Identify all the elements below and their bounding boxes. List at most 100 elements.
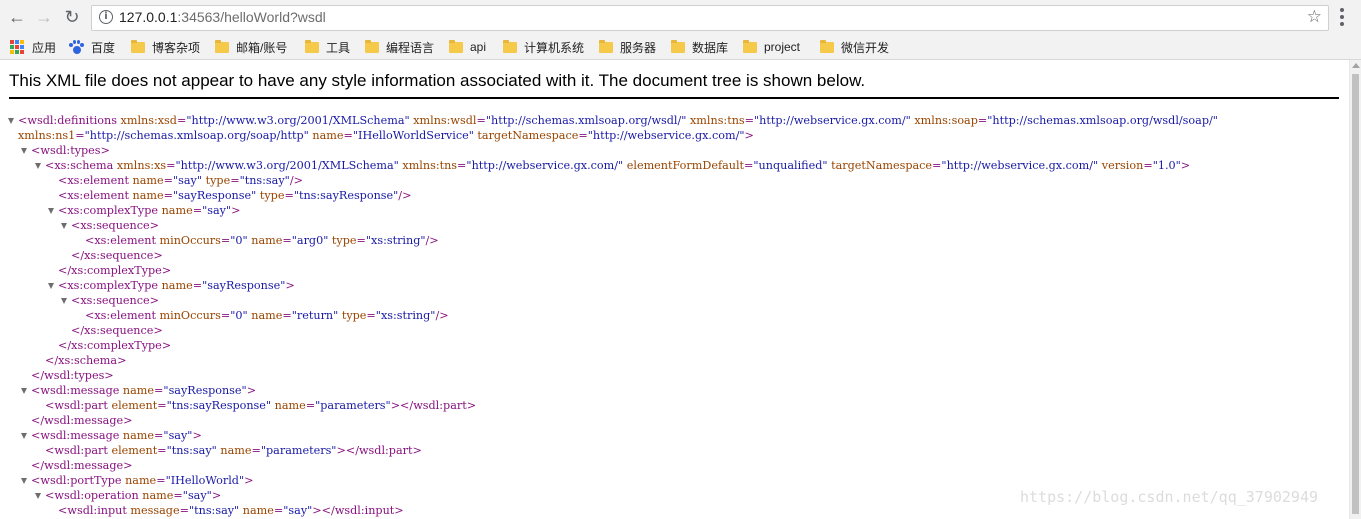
bookmark-folder[interactable]: 编程语言 <box>365 38 434 56</box>
collapse-triangle-icon[interactable] <box>21 148 27 154</box>
bookmark-folder[interactable]: 服务器 <box>599 38 656 56</box>
xml-attr-value: "say" <box>173 174 203 187</box>
xml-line: <wsdl:message name="say"> <box>31 428 202 443</box>
collapse-triangle-icon[interactable] <box>48 283 54 289</box>
folder-icon <box>131 40 145 53</box>
xml-line: <wsdl:message name="sayResponse"> <box>31 383 256 398</box>
xml-line: </wsdl:message> <box>31 458 133 473</box>
collapse-triangle-icon[interactable] <box>21 433 27 439</box>
bookmark-star-icon[interactable]: ☆ <box>1307 7 1322 27</box>
bookmark-folder[interactable]: project <box>743 38 800 56</box>
xml-tag: > <box>231 204 241 217</box>
browser-menu-icon[interactable] <box>1340 8 1344 26</box>
bookmark-folder[interactable]: api <box>449 38 486 56</box>
collapse-triangle-icon[interactable] <box>35 493 41 499</box>
collapse-triangle-icon[interactable] <box>21 388 27 394</box>
baidu-paw-icon <box>69 39 84 55</box>
xml-tag: > <box>246 384 257 397</box>
address-bar[interactable]: i 127.0.0.1:34563/helloWorld?wsdl ☆ <box>91 5 1329 31</box>
xml-attr-value: "arg0" <box>291 234 329 247</box>
xml-tag: <xs:element <box>85 309 156 322</box>
xml-attr-value: "0" <box>230 234 248 247</box>
xml-attr-value: "xs:string" <box>375 309 436 322</box>
xml-tag: /> <box>289 174 303 187</box>
xml-line: </xs:schema> <box>45 353 126 368</box>
xml-tag: = <box>744 114 755 127</box>
xml-attr-value: "sayResponse" <box>163 384 247 397</box>
vertical-scrollbar[interactable] <box>1349 60 1361 519</box>
xml-attr-name: name <box>128 174 164 187</box>
bookmark-folder[interactable]: 计算机系统 <box>503 38 584 56</box>
bookmark-folder[interactable]: 数据库 <box>671 38 728 56</box>
xml-tag: /> <box>425 234 439 247</box>
info-icon[interactable]: i <box>99 10 113 24</box>
xml-tag: <wsdl:message <box>31 429 120 442</box>
xml-tag: > <box>244 474 254 487</box>
xml-line: <xs:complexType name="sayResponse"> <box>58 278 295 293</box>
xml-attr-value: "tns:sayResponse" <box>293 189 399 202</box>
bookmark-label: 数据库 <box>692 40 729 55</box>
bookmark-folder[interactable]: 博客杂项 <box>131 38 200 56</box>
xml-attr-name: name <box>271 399 306 412</box>
xml-attr-name: name <box>119 384 155 397</box>
url-text[interactable]: 127.0.0.1:34563/helloWorld?wsdl <box>119 9 326 25</box>
reload-icon[interactable]: ↻ <box>62 7 82 27</box>
url-host: 127.0.0.1 <box>119 9 178 25</box>
xml-attr-name: type <box>202 174 231 187</box>
collapse-triangle-icon[interactable] <box>35 163 41 169</box>
xml-attr-name: version <box>1098 159 1144 172</box>
collapse-triangle-icon[interactable] <box>21 478 27 484</box>
xml-attr-name: xmlns:wsdl <box>409 114 477 127</box>
xml-tag: = <box>1143 159 1153 172</box>
watermark: https://blog.csdn.net/qq_37902949 <box>1020 488 1319 506</box>
forward-arrow-icon[interactable]: → <box>34 7 54 27</box>
back-arrow-icon[interactable]: ← <box>7 7 27 27</box>
xml-tag: = <box>179 504 189 517</box>
xml-attr-value: "unqualified" <box>753 159 828 172</box>
xml-line: </xs:complexType> <box>58 263 171 278</box>
xml-line: <xs:element name="say" type="tns:say"/> <box>58 173 303 188</box>
xml-attr-value: "say" <box>182 489 212 502</box>
xml-tag: = <box>220 309 231 322</box>
bookmarks-bar: 应用 百度 博客杂项 邮箱/账号 工具 编程语言 api 计算机系统 服务器 数… <box>0 34 1361 60</box>
folder-icon <box>449 40 463 53</box>
xml-attr-name: name <box>216 444 252 457</box>
xml-attr-name: xmlns:soap <box>910 114 978 127</box>
xml-tag: <xs:element <box>85 234 156 247</box>
folder-icon <box>820 40 834 53</box>
bookmark-label: 应用 <box>32 40 57 55</box>
xml-attr-name: name <box>239 504 274 517</box>
bookmark-label: 百度 <box>91 40 116 55</box>
xml-tag: = <box>156 474 166 487</box>
xml-tag: > <box>1180 159 1191 172</box>
xml-tag: > <box>744 129 754 142</box>
xml-tag: = <box>163 189 173 202</box>
bookmark-folder[interactable]: 微信开发 <box>820 38 889 56</box>
xml-info-message: This XML file does not appear to have an… <box>9 71 866 90</box>
xml-attr-name: type <box>328 234 357 247</box>
xml-tag: <wsdl:message <box>31 384 120 397</box>
xml-attr-value: "http://webservice.gx.com/" <box>754 114 911 127</box>
xml-attr-name: targetNamespace <box>473 129 579 142</box>
xml-line: <wsdl:operation name="say"> <box>45 488 221 503</box>
xml-line: </xs:sequence> <box>71 248 163 263</box>
collapse-triangle-icon[interactable] <box>8 118 14 124</box>
xml-tag: <wsdl:part <box>45 444 108 457</box>
scrollbar-thumb[interactable] <box>1352 74 1359 514</box>
collapse-triangle-icon[interactable] <box>61 223 67 229</box>
xml-line: <xs:complexType name="say"> <box>58 203 241 218</box>
xml-attr-value: "tns:sayResponse" <box>166 399 272 412</box>
bookmark-baidu[interactable]: 百度 <box>69 38 115 56</box>
xml-attr-value: "say" <box>283 504 313 517</box>
apps-grid-icon <box>10 40 24 54</box>
bookmark-apps[interactable]: 应用 <box>10 38 56 56</box>
bookmark-folder[interactable]: 邮箱/账号 <box>215 38 287 56</box>
xml-attr-name: name <box>128 189 164 202</box>
collapse-triangle-icon[interactable] <box>61 298 67 304</box>
xml-attr-value: "tns:say" <box>188 504 240 517</box>
xml-attr-value: "http://schemas.xmlsoap.org/wsdl/soap/" <box>987 114 1218 127</box>
bookmark-label: 博客杂项 <box>152 40 201 55</box>
collapse-triangle-icon[interactable] <box>48 208 54 214</box>
bookmark-folder[interactable]: 工具 <box>305 38 350 56</box>
scroll-up-arrow-icon[interactable] <box>1352 63 1360 68</box>
